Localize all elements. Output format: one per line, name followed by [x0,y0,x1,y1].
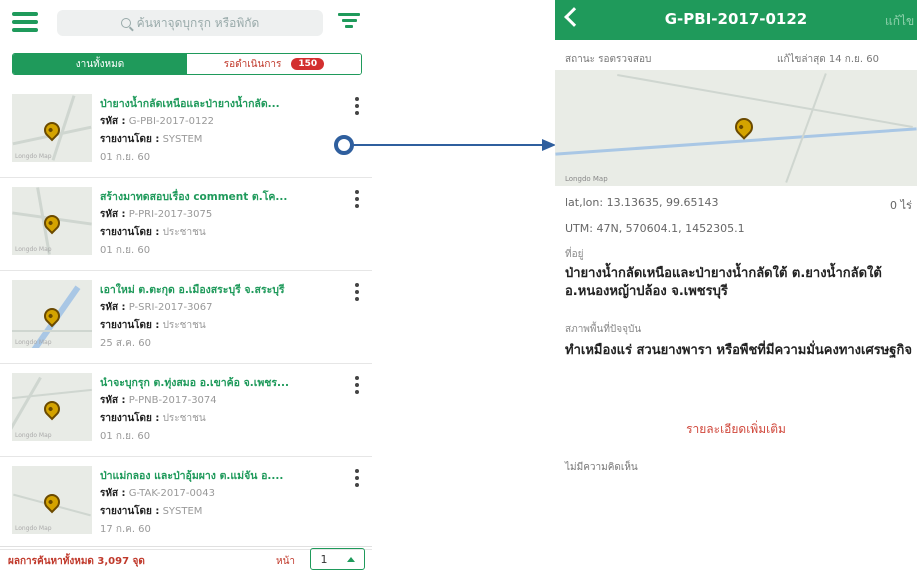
list-footer: ผลการค้นหาทั้งหมด 3,097 จุด หน้า 1 [0,546,372,572]
item-code: P-SRI-2017-3067 [128,302,213,313]
item-title: ป่ายางน้ำกลัดเหนือและป่ายางน้ำกลัด... [100,98,280,110]
item-code: G-TAK-2017-0043 [128,488,215,499]
reporter-label: รายงานโดย : [100,413,160,424]
pending-count-badge: 150 [291,58,325,70]
item-title: สร้างมาทดสอบเรื่อง comment ต.โค... [100,191,288,203]
reporter-label: รายงานโดย : [100,134,160,145]
menu-icon[interactable] [12,12,38,32]
item-date: 01 ก.ย. 60 [100,152,151,163]
utm-text: UTM: 47N, 570604.1, 1452305.1 [565,222,745,235]
more-options-icon[interactable] [353,376,361,398]
item-date: 17 ก.ค. 60 [100,524,151,535]
code-label: รหัส : [100,209,126,220]
item-reporter: SYSTEM [162,134,203,145]
reporter-label: รายงานโดย : [100,227,160,238]
map-attribution: Longdo Map [15,432,52,439]
latlon-text: lat,lon: 13.13635, 99.65143 [565,196,719,209]
report-list: Longdo Map ป่ายางน้ำกลัดเหนือและป่ายางน้… [0,85,372,550]
item-code: P-PNB-2017-3074 [128,395,217,406]
top-bar: ค้นหาจุดบุกรุก หรือพิกัด [0,0,372,44]
more-options-icon[interactable] [353,190,361,212]
edit-button[interactable]: แก้ไข [885,12,914,31]
more-details-link[interactable]: รายละเอียดเพิ่มเติม [555,420,917,439]
location-pin-icon [731,114,757,140]
status-tabs: งานทั้งหมด รอดำเนินการ 150 [12,53,362,75]
map-attribution: Longdo Map [15,525,52,532]
more-options-icon[interactable] [353,283,361,305]
list-item[interactable]: Longdo Map ป่ายางน้ำกลัดเหนือและป่ายางน้… [0,85,372,178]
map-attribution: Longdo Map [15,153,52,160]
item-reporter: ประชาชน [162,320,206,331]
address-label: ที่อยู่ [565,249,584,260]
area-text: 0 ไร่ [890,199,912,212]
last-updated: แก้ไขล่าสุด 14 ก.ย. 60 [777,54,879,65]
map-thumbnail: Longdo Map [12,280,92,348]
item-title: นำจะบุกรุก ต.ทุ่งสมอ อ.เขาค้อ จ.เพชร... [100,377,290,389]
condition-text: ทำเหมืองแร่ สวนยางพารา หรือพืชที่มีความม… [565,343,912,358]
filter-icon[interactable] [338,13,360,31]
item-reporter: ประชาชน [162,413,206,424]
map-thumbnail: Longdo Map [12,94,92,162]
search-icon [120,18,131,28]
code-label: รหัส : [100,302,126,313]
map-thumbnail: Longdo Map [12,373,92,441]
caret-up-icon [346,556,355,562]
item-reporter: ประชาชน [162,227,206,238]
code-label: รหัส : [100,395,126,406]
tab-all-label: งานทั้งหมด [75,58,125,70]
item-reporter: SYSTEM [162,506,203,517]
page-selector[interactable]: 1 [310,548,365,570]
page-number: 1 [320,552,328,566]
reporter-label: รายงานโดย : [100,506,160,517]
page-label: หน้า [276,556,296,567]
map-attribution: Longdo Map [15,339,52,346]
code-label: รหัส : [100,116,126,127]
map-thumbnail: Longdo Map [12,466,92,534]
map-attribution: Longdo Map [565,175,608,183]
no-comment-text: ไม่มีความคิดเห็น [565,462,638,473]
list-screen: ค้นหาจุดบุกรุก หรือพิกัด งานทั้งหมด รอดำ… [0,0,372,572]
map-thumbnail: Longdo Map [12,187,92,255]
status-line: สถานะ รอตรวจสอบ แก้ไขล่าสุด 14 ก.ย. 60 [565,52,915,67]
address-text: ป่ายางน้ำกลัดเหนือและป่ายางน้ำกลัดใต้ ต.… [565,266,882,299]
more-options-icon[interactable] [353,97,361,119]
item-date: 25 ส.ค. 60 [100,338,151,349]
map-attribution: Longdo Map [15,246,52,253]
detail-header: G-PBI-2017-0122 แก้ไข [555,0,917,40]
location-pin-icon [40,490,64,514]
detail-map[interactable]: Longdo Map [555,70,917,186]
tab-pending[interactable]: รอดำเนินการ 150 [187,54,361,74]
reporter-label: รายงานโดย : [100,320,160,331]
connector-arrow [334,135,556,155]
result-count: ผลการค้นหาทั้งหมด 3,097 จุด [8,556,145,567]
list-item[interactable]: Longdo Map ป่าแม่กลอง และป่าอุ้มผาง ต.แม… [0,457,372,550]
more-options-icon[interactable] [353,469,361,491]
list-item[interactable]: Longdo Map นำจะบุกรุก ต.ทุ่งสมอ อ.เขาค้อ… [0,364,372,457]
item-date: 01 ก.ย. 60 [100,245,151,256]
code-label: รหัส : [100,488,126,499]
tab-pending-label: รอดำเนินการ [223,58,282,70]
tab-all[interactable]: งานทั้งหมด [13,54,187,74]
list-item[interactable]: Longdo Map เอาใหม่ ต.ตะกุด อ.เมืองสระบุร… [0,271,372,364]
item-code: P-PRI-2017-3075 [128,209,213,220]
status-text: สถานะ รอตรวจสอบ [565,54,652,65]
search-placeholder: ค้นหาจุดบุกรุก หรือพิกัด [136,15,260,30]
item-code: G-PBI-2017-0122 [128,116,215,127]
list-item[interactable]: Longdo Map สร้างมาทดสอบเรื่อง comment ต.… [0,178,372,271]
item-title: ป่าแม่กลอง และป่าอุ้มผาง ต.แม่จัน อ.... [100,470,284,482]
item-title: เอาใหม่ ต.ตะกุด อ.เมืองสระบุรี จ.สระบุรี [100,284,285,296]
location-pin-icon [40,397,64,421]
detail-title: G-PBI-2017-0122 [664,10,808,28]
condition-label: สภาพพื้นที่ปัจจุบัน [565,324,642,335]
search-input[interactable]: ค้นหาจุดบุกรุก หรือพิกัด [57,10,323,36]
item-date: 01 ก.ย. 60 [100,431,151,442]
detail-screen: G-PBI-2017-0122 แก้ไข สถานะ รอตรวจสอบ แก… [555,0,917,572]
